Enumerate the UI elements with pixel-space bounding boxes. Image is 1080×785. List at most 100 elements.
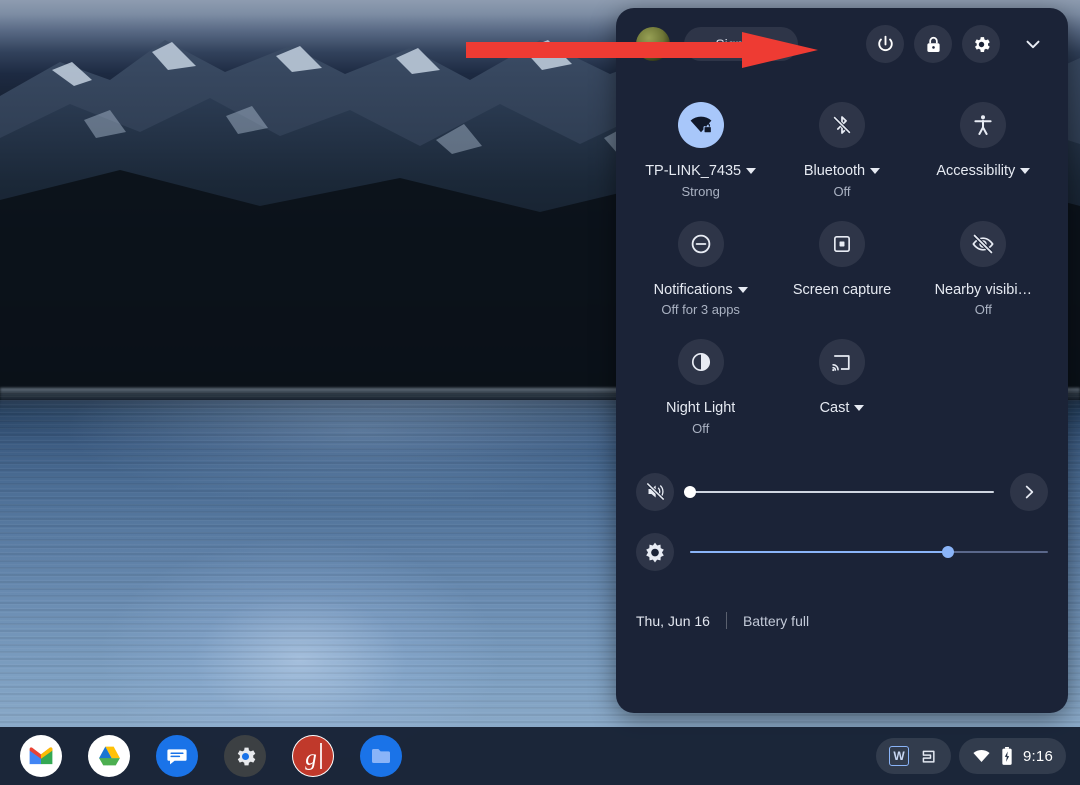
notifications-toggle[interactable]	[677, 220, 724, 267]
tile-screen-capture[interactable]: Screen capture	[771, 213, 912, 328]
power-icon	[877, 35, 893, 51]
date-label[interactable]: Thu, Jun 16	[636, 613, 710, 629]
night-light-label: Night Light	[666, 400, 736, 417]
shelf: g W 9:16	[0, 727, 1080, 785]
shelf-item-gmail[interactable]	[20, 735, 62, 777]
power-button[interactable]	[866, 25, 904, 63]
status-tray-pill[interactable]: 9:16	[959, 738, 1066, 774]
shelf-item-messages[interactable]	[156, 735, 198, 777]
volume-knob[interactable]	[684, 485, 696, 498]
network-name: TP-LINK_7435	[645, 163, 742, 179]
screen-capture-icon	[834, 235, 850, 252]
nearby-visibility-label: Nearby visibi…	[934, 281, 1033, 298]
tote-icon[interactable]	[918, 746, 938, 766]
brightness-slider-row	[616, 522, 1068, 582]
groovypost-g-icon: g	[293, 736, 333, 776]
chevron-right-icon	[1025, 485, 1034, 499]
volume-mute-button[interactable]	[636, 472, 674, 511]
night-light-icon	[691, 353, 710, 372]
clock: 9:16	[1023, 747, 1053, 765]
shelf-item-groovypost[interactable]: g	[292, 735, 334, 777]
tile-notifications[interactable]: Notifications Off for 3 apps	[630, 213, 771, 328]
night-light-status: Off	[692, 420, 710, 436]
network-toggle[interactable]	[677, 102, 724, 148]
chevron-down-icon[interactable]	[854, 405, 865, 412]
brightness-knob[interactable]	[941, 545, 954, 558]
eye-off-icon	[972, 233, 994, 254]
brightness-icon	[646, 542, 664, 563]
tile-accessibility[interactable]: Accessibility	[913, 94, 1054, 209]
tile-label: Night Light	[666, 398, 735, 419]
footer-divider	[725, 612, 727, 630]
chevron-down-icon[interactable]	[1020, 168, 1031, 175]
brightness-fill	[690, 550, 948, 553]
gear-icon	[974, 36, 990, 52]
brightness-button[interactable]	[636, 532, 674, 571]
cast-label: Cast	[819, 400, 850, 417]
bluetooth-disabled-icon	[833, 116, 851, 134]
battery-charging-icon	[1002, 747, 1012, 765]
lock-button[interactable]	[914, 25, 952, 63]
tile-label: Accessibility	[936, 161, 1031, 182]
settings-button[interactable]	[962, 25, 1000, 63]
chevron-down-icon	[1026, 40, 1040, 49]
network-status: Strong	[681, 183, 720, 199]
bluetooth-label: Bluetooth	[803, 163, 866, 179]
quick-settings-footer: Thu, Jun 16 Battery full	[616, 604, 1068, 638]
wifi-icon	[973, 749, 990, 762]
sign-out-button[interactable]: Sign out	[684, 27, 798, 61]
ime-indicator[interactable]: W	[889, 746, 909, 766]
messages-icon	[167, 749, 187, 765]
sign-out-label: Sign out	[715, 36, 767, 52]
do-not-disturb-icon	[691, 234, 710, 253]
audio-settings-button[interactable]	[1010, 472, 1048, 511]
tile-label: Bluetooth	[803, 161, 881, 182]
drive-icon	[98, 746, 120, 765]
volume-slider[interactable]	[684, 482, 994, 502]
chevron-down-icon[interactable]	[870, 168, 881, 175]
notifications-status: Off for 3 apps	[661, 302, 740, 318]
bluetooth-status: Off	[833, 183, 851, 199]
night-light-toggle[interactable]	[677, 339, 724, 386]
bluetooth-toggle[interactable]	[818, 102, 865, 148]
chevron-down-icon[interactable]	[746, 168, 757, 175]
tile-network[interactable]: TP-LINK_7435 Strong	[630, 94, 771, 209]
tile-label: Nearby visibi…	[935, 280, 1033, 301]
lock-icon	[926, 36, 940, 52]
cast-toggle[interactable]	[818, 339, 865, 386]
quick-settings-header: Sign out	[616, 8, 1068, 80]
accessibility-icon	[974, 115, 992, 135]
collapse-button[interactable]	[1016, 27, 1050, 61]
volume-slider-row	[616, 462, 1068, 522]
volume-muted-icon	[646, 483, 664, 501]
nearby-visibility-status: Off	[974, 302, 992, 318]
files-folder-icon	[372, 749, 390, 763]
tile-label: Notifications	[654, 280, 748, 301]
cast-icon	[832, 354, 851, 371]
user-avatar[interactable]	[636, 27, 670, 61]
chevron-down-icon[interactable]	[737, 286, 748, 293]
system-tray: W 9:16	[876, 738, 1080, 774]
svg-text:g: g	[305, 745, 317, 770]
screen-capture-toggle[interactable]	[818, 220, 865, 267]
tile-bluetooth[interactable]: Bluetooth Off	[771, 94, 912, 209]
tile-label: Cast	[820, 398, 865, 419]
battery-label[interactable]: Battery full	[743, 613, 809, 629]
quick-settings-panel: Sign out TP-LINK_7435 Strong Bluetooth O…	[616, 8, 1068, 713]
shelf-app-list: g	[0, 735, 402, 777]
wifi-locked-icon	[690, 116, 712, 134]
shelf-item-google-drive[interactable]	[88, 735, 130, 777]
feature-tiles-grid: TP-LINK_7435 Strong Bluetooth Off Access…	[616, 80, 1068, 446]
notifications-label: Notifications	[653, 281, 733, 298]
accessibility-label: Accessibility	[936, 163, 1016, 179]
ime-tray-pill[interactable]: W	[876, 738, 951, 774]
tile-nearby-visibility[interactable]: Nearby visibi… Off	[913, 213, 1054, 328]
shelf-item-settings[interactable]	[224, 735, 266, 777]
accessibility-toggle[interactable]	[960, 102, 1007, 148]
volume-track	[690, 490, 994, 493]
tile-cast[interactable]: Cast	[771, 331, 912, 446]
shelf-item-files[interactable]	[360, 735, 402, 777]
nearby-visibility-toggle[interactable]	[960, 220, 1007, 267]
brightness-slider[interactable]	[690, 542, 1048, 562]
tile-night-light[interactable]: Night Light Off	[630, 331, 771, 446]
